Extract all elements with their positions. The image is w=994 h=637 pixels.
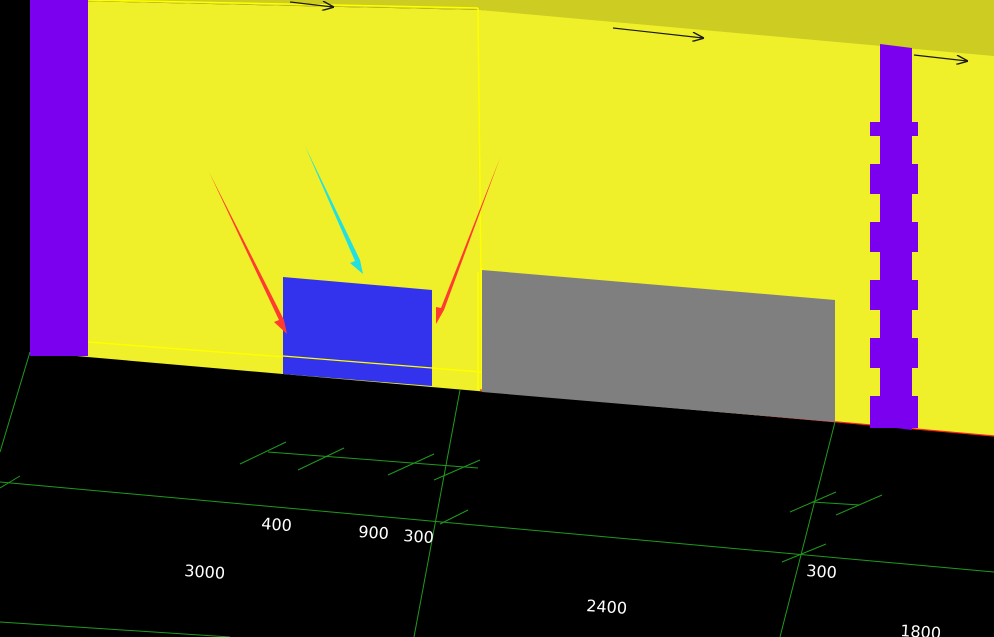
dim-400: 400 — [261, 514, 293, 535]
dim-900: 900 — [358, 522, 390, 543]
dim-300-a: 300 — [403, 526, 435, 547]
cad-3d-viewport[interactable]: 400 900 300 300 3000 2400 1800 — [0, 0, 994, 637]
dim-2400: 2400 — [586, 596, 628, 618]
dim-3000: 3000 — [184, 561, 226, 583]
dim-1800: 1800 — [900, 621, 942, 637]
window-opening[interactable] — [282, 277, 433, 386]
column-left[interactable] — [30, 0, 88, 356]
dim-300-b: 300 — [806, 561, 838, 582]
